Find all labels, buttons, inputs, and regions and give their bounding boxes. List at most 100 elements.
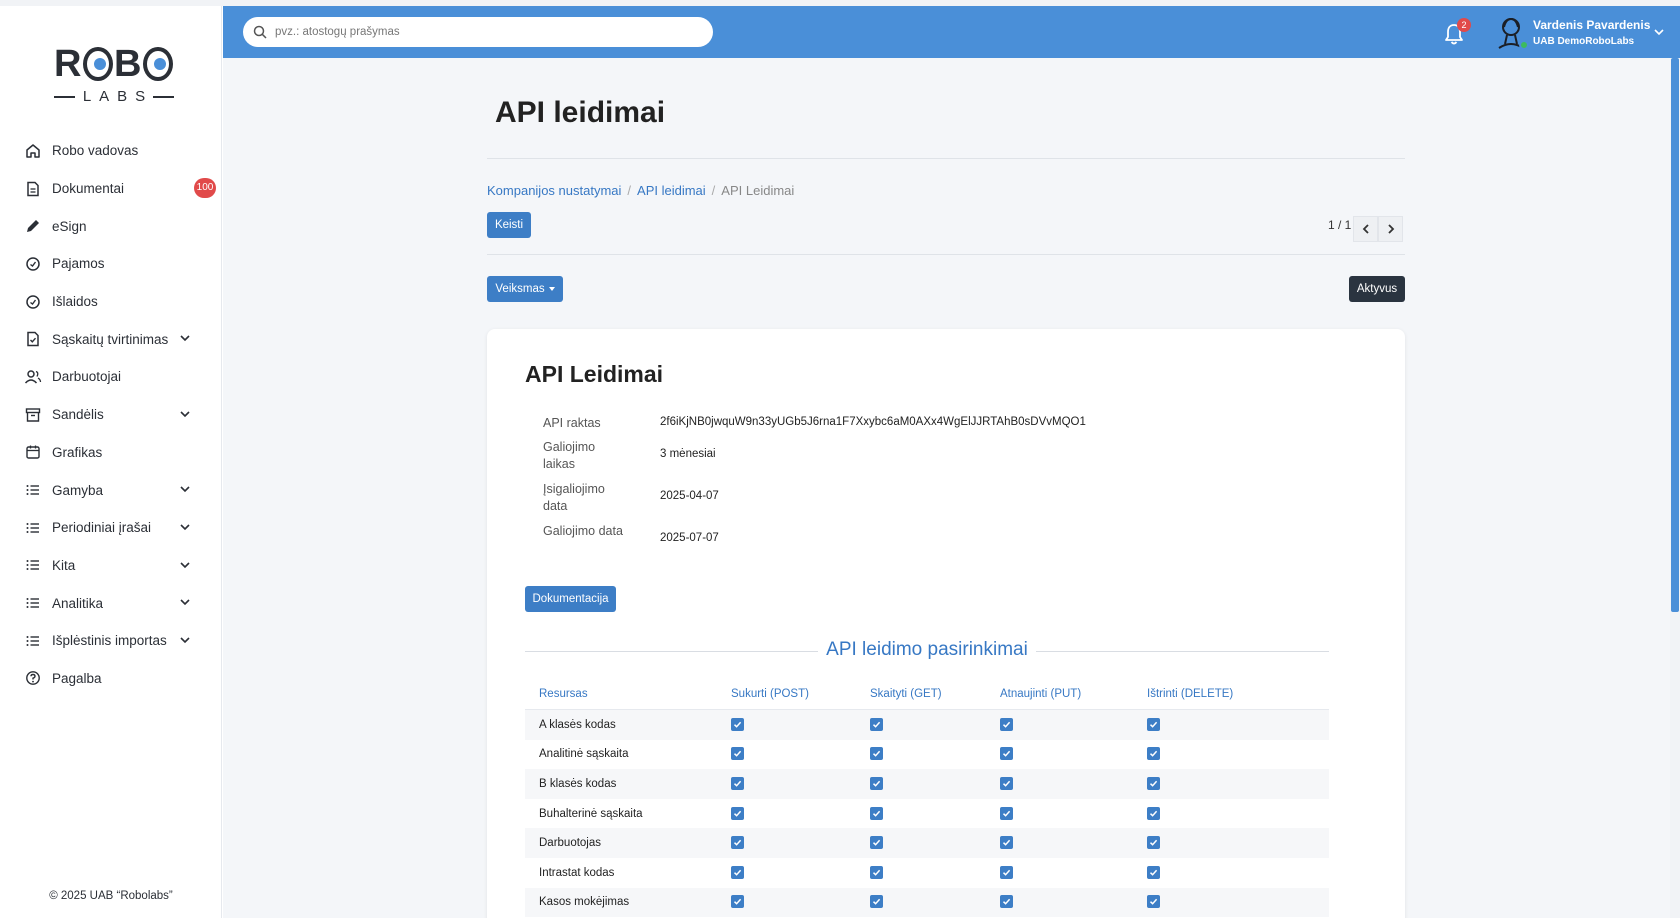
- chevron-down-icon[interactable]: [178, 407, 192, 421]
- sidebar-item-dokumentai[interactable]: Dokumentai 100: [0, 170, 222, 208]
- get-checkbox[interactable]: [870, 747, 883, 761]
- sidebar-item-sandelis[interactable]: Sandėlis: [0, 396, 222, 434]
- notifications-button[interactable]: 2: [1443, 18, 1471, 46]
- put-checkbox[interactable]: [1000, 865, 1013, 879]
- chevron-down-icon[interactable]: [178, 482, 192, 496]
- sidebar-item-label: Pagalba: [52, 670, 102, 686]
- section-heading: API leidimo pasirinkimai: [525, 639, 1329, 663]
- resource-name: B klasės kodas: [539, 777, 617, 790]
- put-checkbox[interactable]: [1000, 806, 1013, 820]
- documentation-button[interactable]: Dokumentacija: [525, 586, 616, 612]
- sidebar-item-robo-vadovas[interactable]: Robo vadovas: [0, 132, 222, 170]
- post-checkbox[interactable]: [731, 895, 744, 909]
- column-header-get[interactable]: Skaityti (GET): [870, 688, 1000, 700]
- table-row: Darbuotojas: [525, 828, 1329, 858]
- put-checkbox[interactable]: [1000, 717, 1013, 731]
- list-icon: [24, 481, 42, 499]
- search-box[interactable]: [243, 17, 713, 47]
- column-header-resource[interactable]: Resursas: [525, 688, 731, 700]
- divider: [487, 254, 1405, 255]
- expense-icon: [24, 293, 42, 311]
- chevron-down-icon[interactable]: [178, 331, 192, 345]
- table-row: Intrastat kodas: [525, 858, 1329, 888]
- post-checkbox[interactable]: [731, 747, 744, 761]
- breadcrumb-separator: /: [711, 183, 716, 198]
- notification-count-badge: 2: [1457, 18, 1471, 32]
- sidebar-item-pagalba[interactable]: Pagalba: [0, 660, 222, 698]
- robolabs-logo[interactable]: RB LABS: [54, 42, 174, 108]
- sidebar-item-darbuotojai[interactable]: Darbuotojai: [0, 358, 222, 396]
- user-info[interactable]: Vardenis Pavardenis UAB DemoRoboLabs: [1533, 18, 1650, 47]
- sidebar-item-isplestinis-importas[interactable]: Išplėstinis importas: [0, 622, 222, 660]
- search-input[interactable]: [275, 26, 695, 38]
- chevron-down-icon[interactable]: [178, 595, 192, 609]
- chevron-down-icon[interactable]: [178, 558, 192, 572]
- delete-checkbox[interactable]: [1147, 717, 1160, 731]
- put-checkbox[interactable]: [1000, 895, 1013, 909]
- chevron-left-icon: [1362, 224, 1369, 234]
- get-checkbox[interactable]: [870, 776, 883, 790]
- sidebar-item-grafikas[interactable]: Grafikas: [0, 434, 222, 472]
- card-title: API Leidimai: [525, 361, 664, 387]
- field-value: 3 mėnesiai: [660, 448, 716, 460]
- document-icon: [24, 180, 42, 198]
- get-checkbox[interactable]: [870, 806, 883, 820]
- breadcrumb-api-permissions[interactable]: API leidimai: [637, 183, 706, 198]
- scrollbar-thumb[interactable]: [1671, 58, 1679, 612]
- chevron-down-icon[interactable]: [178, 520, 192, 534]
- list-icon: [24, 556, 42, 574]
- calendar-icon: [24, 443, 42, 461]
- sidebar-item-label: Išlaidos: [52, 294, 98, 310]
- post-checkbox[interactable]: [731, 776, 744, 790]
- chevron-right-icon: [1387, 224, 1394, 234]
- sidebar-item-periodiniai-irasai[interactable]: Periodiniai įrašai: [0, 509, 222, 547]
- edit-button[interactable]: Keisti: [487, 212, 531, 238]
- search-icon: [253, 25, 267, 39]
- pen-icon: [24, 217, 42, 235]
- sidebar-item-islaidos[interactable]: Išlaidos: [0, 283, 222, 321]
- delete-checkbox[interactable]: [1147, 776, 1160, 790]
- chevron-down-icon[interactable]: [1653, 26, 1665, 38]
- sidebar-item-label: Darbuotojai: [52, 369, 122, 385]
- user-name: Vardenis Pavardenis: [1533, 18, 1651, 32]
- delete-checkbox[interactable]: [1147, 747, 1160, 761]
- sidebar-item-label: Periodiniai įrašai: [52, 520, 152, 536]
- get-checkbox[interactable]: [870, 895, 883, 909]
- sidebar-item-gamyba[interactable]: Gamyba: [0, 471, 222, 509]
- next-page-button[interactable]: [1378, 216, 1403, 242]
- help-icon: [24, 669, 42, 687]
- action-dropdown-button[interactable]: Veiksmas: [487, 276, 563, 302]
- sidebar-item-pajamos[interactable]: Pajamos: [0, 245, 222, 283]
- home-icon: [24, 142, 42, 160]
- previous-page-button[interactable]: [1353, 216, 1378, 242]
- sidebar-item-label: Dokumentai: [52, 181, 125, 197]
- delete-checkbox[interactable]: [1147, 836, 1160, 850]
- delete-checkbox[interactable]: [1147, 865, 1160, 879]
- sidebar-item-saskaitu-tvirtinimas[interactable]: Sąskaitų tvirtinimas: [0, 320, 222, 358]
- avatar[interactable]: [1493, 14, 1529, 50]
- sidebar-item-esign[interactable]: eSign: [0, 207, 222, 245]
- delete-checkbox[interactable]: [1147, 806, 1160, 820]
- field-label: Galiojimo laikas: [543, 440, 596, 471]
- column-header-put[interactable]: Atnaujinti (PUT): [1000, 688, 1147, 700]
- put-checkbox[interactable]: [1000, 836, 1013, 850]
- breadcrumb-company-settings[interactable]: Kompanijos nustatymai: [487, 183, 621, 198]
- sidebar-item-kita[interactable]: Kita: [0, 547, 222, 585]
- get-checkbox[interactable]: [870, 717, 883, 731]
- post-checkbox[interactable]: [731, 865, 744, 879]
- post-checkbox[interactable]: [731, 717, 744, 731]
- column-header-post[interactable]: Sukurti (POST): [731, 688, 870, 700]
- list-icon: [24, 519, 42, 537]
- get-checkbox[interactable]: [870, 865, 883, 879]
- put-checkbox[interactable]: [1000, 776, 1013, 790]
- post-checkbox[interactable]: [731, 806, 744, 820]
- delete-checkbox[interactable]: [1147, 895, 1160, 909]
- field-label: Įsigaliojimo data: [543, 482, 605, 513]
- sidebar-item-analitika[interactable]: Analitika: [0, 584, 222, 622]
- column-header-delete[interactable]: Ištrinti (DELETE): [1147, 688, 1329, 700]
- get-checkbox[interactable]: [870, 836, 883, 850]
- caret-down-icon: [548, 287, 555, 291]
- chevron-down-icon[interactable]: [178, 633, 192, 647]
- post-checkbox[interactable]: [731, 836, 744, 850]
- put-checkbox[interactable]: [1000, 747, 1013, 761]
